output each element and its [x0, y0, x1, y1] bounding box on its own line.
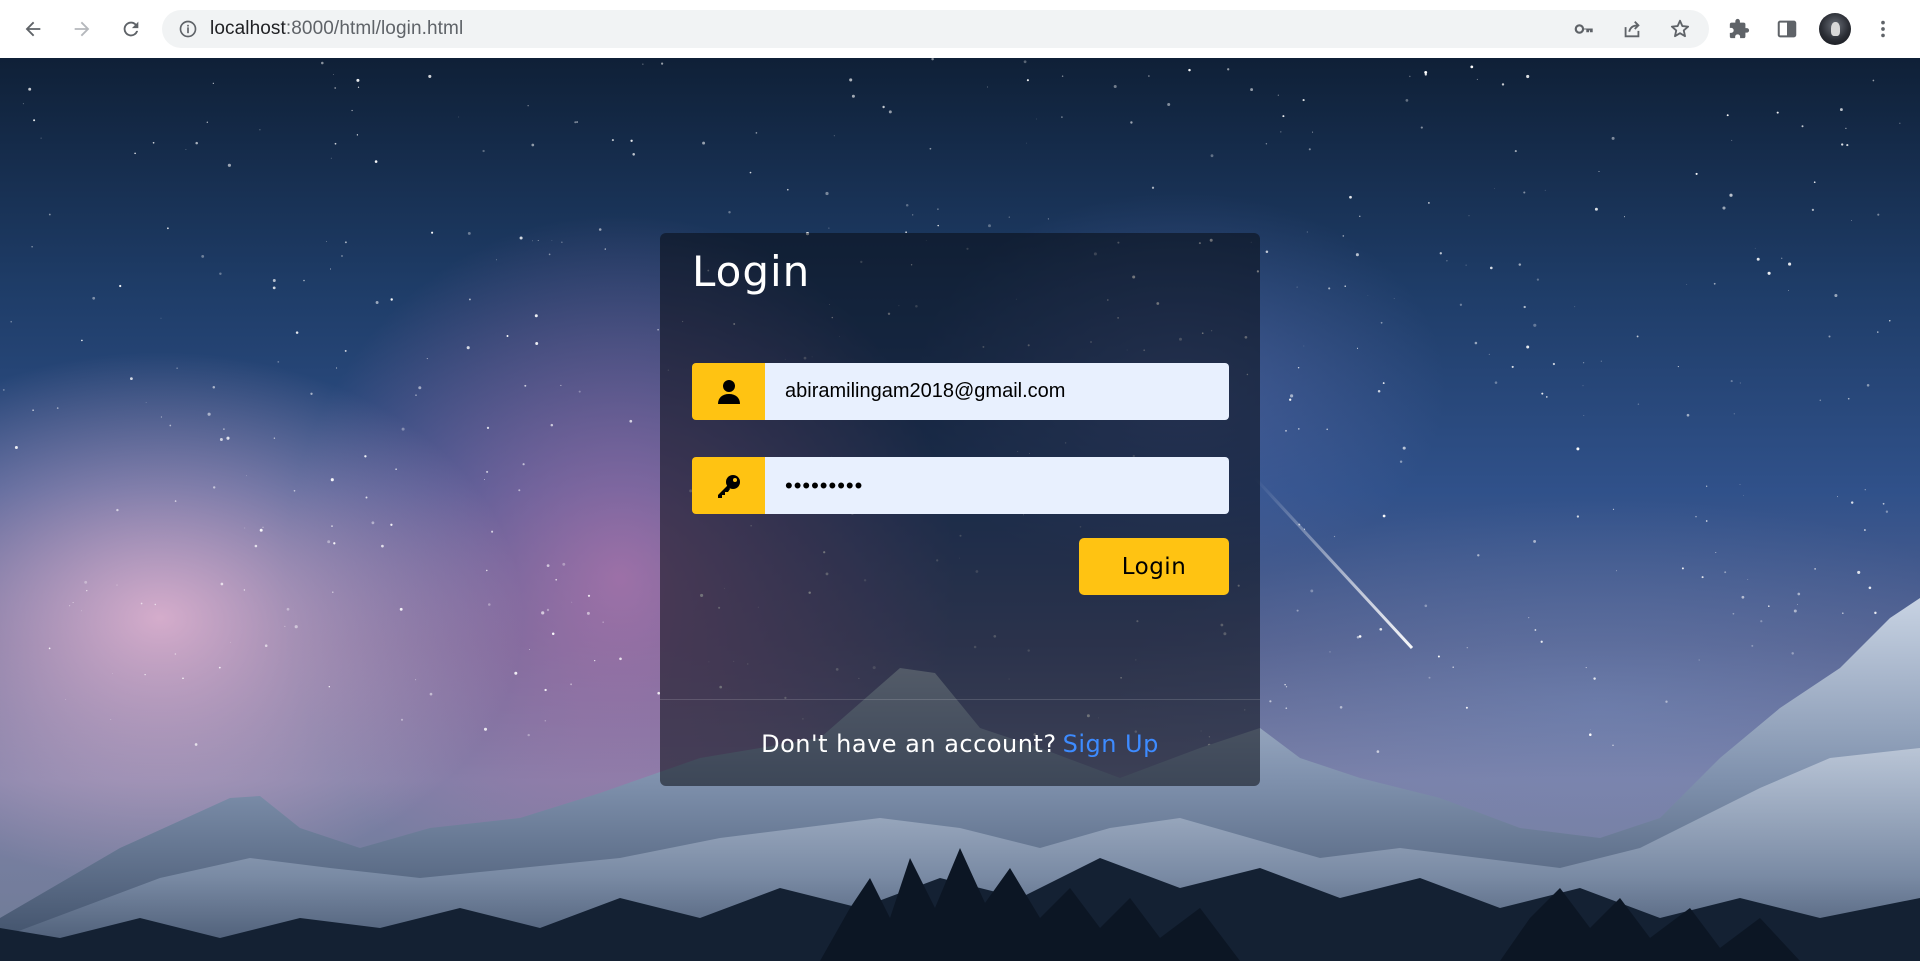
extensions-button[interactable] — [1720, 10, 1758, 48]
card-footer: Don't have an account? Sign Up — [660, 699, 1260, 786]
login-card: Login abiramilingam2018@gmail.com ••••••… — [660, 233, 1260, 786]
back-button[interactable] — [13, 9, 53, 49]
password-key-icon[interactable] — [1573, 18, 1595, 40]
key-icon-box — [692, 457, 765, 514]
side-panel-icon — [1777, 20, 1797, 38]
back-icon — [25, 21, 41, 37]
email-input[interactable]: abiramilingam2018@gmail.com — [765, 363, 1229, 420]
key-icon — [717, 474, 740, 498]
url-path: :8000/html/login.html — [285, 18, 464, 39]
signup-link[interactable]: Sign Up — [1063, 730, 1159, 758]
email-field-group: abiramilingam2018@gmail.com — [692, 363, 1229, 420]
more-menu-icon — [1881, 20, 1885, 38]
more-menu-button[interactable] — [1864, 10, 1902, 48]
site-info-button[interactable] — [178, 19, 198, 39]
forward-icon — [74, 21, 90, 37]
reload-icon — [123, 21, 139, 37]
site-info-icon — [179, 20, 197, 38]
profile-avatar — [1819, 13, 1851, 45]
login-button[interactable]: Login — [1079, 538, 1229, 595]
share-icon[interactable] — [1621, 18, 1643, 40]
user-icon-box — [692, 363, 765, 420]
password-input[interactable]: ••••••••• — [765, 457, 1229, 514]
address-bar[interactable]: localhost:8000/html/login.html — [162, 10, 1709, 48]
bookmark-star-icon[interactable] — [1669, 18, 1691, 40]
url-host: localhost — [210, 18, 286, 39]
signup-prompt: Don't have an account? — [761, 729, 1057, 758]
url-text[interactable]: localhost:8000/html/login.html — [210, 18, 463, 40]
user-icon — [717, 379, 740, 404]
login-title: Login — [692, 247, 811, 296]
reload-button[interactable] — [111, 9, 151, 49]
password-field-group: ••••••••• — [692, 457, 1229, 514]
side-panel-button[interactable] — [1768, 10, 1806, 48]
profile-button[interactable] — [1816, 10, 1854, 48]
extensions-icon — [1729, 18, 1750, 39]
browser-toolbar: localhost:8000/html/login.html — [0, 0, 1920, 59]
forward-button[interactable] — [62, 9, 102, 49]
